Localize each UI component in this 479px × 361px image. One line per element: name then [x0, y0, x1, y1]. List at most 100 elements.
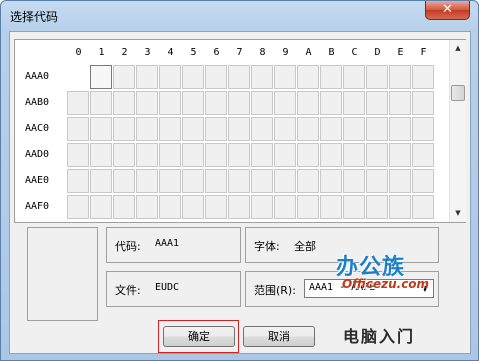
grid-cell[interactable] — [67, 91, 89, 115]
grid-cell[interactable] — [320, 65, 342, 89]
grid-cell[interactable] — [412, 117, 434, 141]
grid-cell[interactable] — [90, 91, 112, 115]
grid-cell[interactable] — [412, 91, 434, 115]
grid-cell[interactable] — [228, 195, 250, 219]
grid-cell[interactable] — [389, 91, 411, 115]
grid-cell[interactable] — [366, 117, 388, 141]
grid-cell[interactable] — [412, 65, 434, 89]
grid-cell[interactable] — [412, 169, 434, 193]
grid-cell[interactable] — [67, 117, 89, 141]
grid-cell[interactable] — [251, 91, 273, 115]
grid-cell[interactable] — [343, 143, 365, 167]
grid-cell[interactable] — [113, 91, 135, 115]
grid-cell[interactable] — [113, 143, 135, 167]
grid-cell[interactable] — [366, 143, 388, 167]
grid-cell[interactable] — [297, 169, 319, 193]
grid-cell[interactable] — [182, 117, 204, 141]
grid-cell[interactable] — [343, 195, 365, 219]
grid-cell[interactable] — [113, 117, 135, 141]
grid-cell[interactable] — [274, 91, 296, 115]
grid-cell[interactable] — [343, 117, 365, 141]
grid-cell[interactable] — [159, 169, 181, 193]
grid-cell[interactable] — [136, 143, 158, 167]
grid-cell[interactable] — [205, 143, 227, 167]
grid-cell[interactable] — [136, 117, 158, 141]
ok-button[interactable]: 确定 — [163, 326, 235, 347]
grid-cell[interactable] — [159, 117, 181, 141]
grid-cell[interactable] — [366, 169, 388, 193]
scroll-thumb[interactable] — [451, 85, 465, 101]
grid-cell[interactable] — [182, 65, 204, 89]
grid-cell[interactable] — [343, 169, 365, 193]
grid-cell[interactable] — [274, 117, 296, 141]
grid-cell[interactable] — [251, 65, 273, 89]
grid-cell[interactable] — [205, 169, 227, 193]
grid-cell[interactable] — [274, 143, 296, 167]
grid-cell[interactable] — [320, 195, 342, 219]
grid-cell[interactable] — [343, 91, 365, 115]
grid-cell[interactable] — [136, 169, 158, 193]
grid-cell[interactable] — [389, 143, 411, 167]
grid-cell[interactable] — [389, 169, 411, 193]
grid-cell[interactable] — [366, 65, 388, 89]
grid-cell[interactable] — [205, 117, 227, 141]
grid-cell[interactable] — [274, 65, 296, 89]
grid-cell[interactable] — [90, 65, 112, 89]
grid-cell[interactable] — [205, 65, 227, 89]
vertical-scrollbar[interactable]: ▲ ▼ — [449, 40, 466, 222]
grid-cell[interactable] — [90, 195, 112, 219]
grid-cell[interactable] — [274, 195, 296, 219]
grid-cell[interactable] — [228, 117, 250, 141]
grid-cell[interactable] — [90, 169, 112, 193]
grid-cell[interactable] — [389, 117, 411, 141]
grid-cell[interactable] — [228, 169, 250, 193]
grid-cell[interactable] — [389, 195, 411, 219]
cancel-button[interactable]: 取消 — [243, 326, 315, 347]
grid-cell[interactable] — [297, 117, 319, 141]
grid-cell[interactable] — [297, 91, 319, 115]
grid-cell[interactable] — [251, 117, 273, 141]
grid-cell[interactable] — [159, 91, 181, 115]
scroll-down-arrow-icon[interactable]: ▼ — [450, 205, 466, 222]
grid-cell[interactable] — [205, 91, 227, 115]
grid-cell[interactable] — [113, 169, 135, 193]
grid-cell[interactable] — [67, 169, 89, 193]
grid-cell[interactable] — [274, 169, 296, 193]
grid-cell[interactable] — [136, 195, 158, 219]
grid-cell[interactable] — [159, 143, 181, 167]
grid-cell[interactable] — [136, 91, 158, 115]
grid-cell[interactable] — [297, 143, 319, 167]
grid-cell[interactable] — [67, 195, 89, 219]
grid-cell[interactable] — [297, 65, 319, 89]
grid-cell[interactable] — [182, 91, 204, 115]
grid-cell[interactable] — [412, 143, 434, 167]
grid-cell[interactable] — [159, 195, 181, 219]
grid-cell[interactable] — [90, 143, 112, 167]
grid-cell[interactable] — [228, 91, 250, 115]
grid-cell[interactable] — [113, 195, 135, 219]
grid-cell[interactable] — [320, 117, 342, 141]
grid-cell[interactable] — [366, 91, 388, 115]
grid-cell[interactable] — [297, 195, 319, 219]
grid-cell[interactable] — [251, 143, 273, 167]
grid-cell[interactable] — [182, 195, 204, 219]
grid-cell[interactable] — [136, 65, 158, 89]
scroll-up-arrow-icon[interactable]: ▲ — [450, 40, 466, 57]
grid-cell[interactable] — [90, 117, 112, 141]
grid-cell[interactable] — [389, 65, 411, 89]
grid-cell[interactable] — [113, 65, 135, 89]
grid-cell[interactable] — [182, 143, 204, 167]
grid-cell[interactable] — [343, 65, 365, 89]
grid-cell[interactable] — [67, 65, 89, 89]
grid-cell[interactable] — [320, 91, 342, 115]
grid-cell[interactable] — [366, 195, 388, 219]
grid-cell[interactable] — [159, 65, 181, 89]
grid-cell[interactable] — [205, 195, 227, 219]
grid-cell[interactable] — [228, 143, 250, 167]
grid-cell[interactable] — [412, 195, 434, 219]
grid-cell[interactable] — [67, 143, 89, 167]
grid-cell[interactable] — [251, 195, 273, 219]
close-button[interactable]: ✕ — [425, 1, 470, 20]
grid-cell[interactable] — [320, 143, 342, 167]
grid-cell[interactable] — [228, 65, 250, 89]
